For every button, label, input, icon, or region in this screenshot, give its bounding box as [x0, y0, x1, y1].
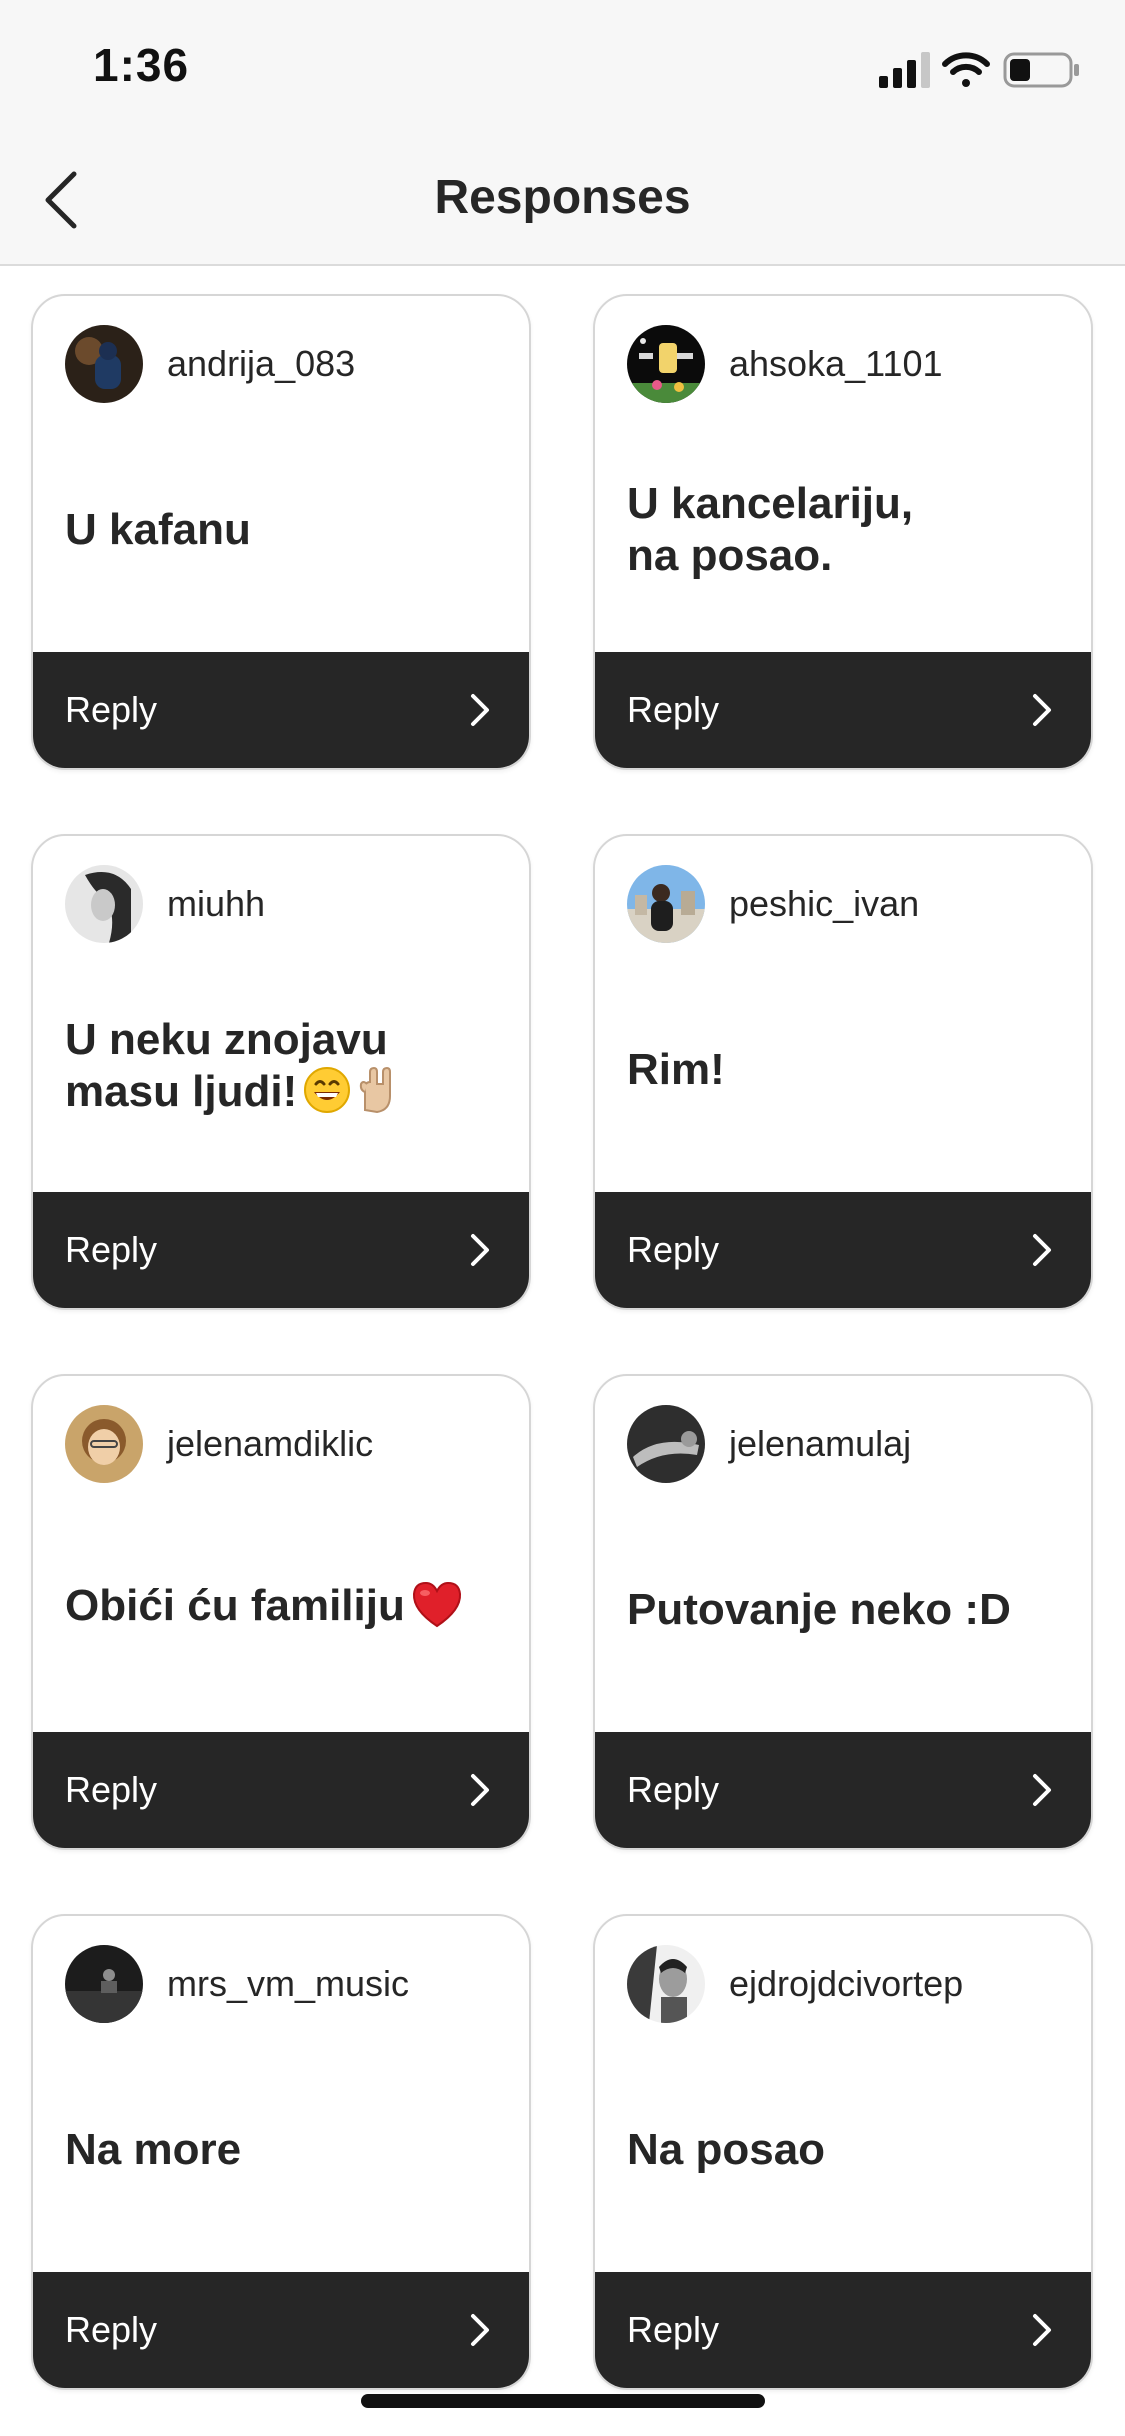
reply-button[interactable]: Reply: [595, 652, 1091, 768]
reply-label: Reply: [627, 2309, 720, 2350]
card-body: Obići ću familiju: [65, 1484, 505, 1736]
reply-button[interactable]: Reply: [33, 2272, 529, 2388]
username[interactable]: ejdrojdcivortep: [729, 1963, 963, 2005]
card-body: Rim!: [627, 944, 1067, 1196]
avatar[interactable]: [65, 1405, 143, 1483]
status-icons: [879, 48, 1083, 92]
avatar[interactable]: [65, 1945, 143, 2023]
reply-label: Reply: [627, 1229, 720, 1270]
response-card: ejdrojdcivortep Na posao Reply: [593, 1914, 1093, 2390]
chevron-right-icon: [1033, 694, 1051, 726]
response-text: Na posao: [627, 2125, 826, 2174]
chevron-right-icon: [471, 1234, 489, 1266]
card-header: mrs_vm_music: [65, 1944, 409, 2024]
response-text: U kancelariju, na posao.: [627, 479, 914, 580]
avatar[interactable]: [627, 1945, 705, 2023]
reply-button[interactable]: Reply: [33, 1192, 529, 1308]
chevron-right-icon: [471, 1774, 489, 1806]
card-header: miuhh: [65, 864, 265, 944]
avatar[interactable]: [65, 325, 143, 403]
chevron-right-icon: [471, 694, 489, 726]
nav-bar: Responses: [0, 140, 1125, 266]
card-header: peshic_ivan: [627, 864, 919, 944]
username[interactable]: jelenamulaj: [729, 1423, 911, 1465]
home-indicator[interactable]: [361, 2394, 765, 2408]
avatar[interactable]: [627, 865, 705, 943]
red-heart-emoji-icon: [411, 1580, 463, 1640]
reply-label: Reply: [65, 689, 158, 730]
response-text: Putovanje neko :D: [627, 1585, 1011, 1634]
status-time: 1:36: [93, 39, 190, 91]
grinning-face-emoji-icon: [303, 1066, 351, 1126]
responses-grid: andrija_083 U kafanu Reply ahsoka_1101 U…: [31, 294, 1094, 2390]
username[interactable]: ahsoka_1101: [729, 343, 943, 385]
reply-button[interactable]: Reply: [595, 2272, 1091, 2388]
card-body: Putovanje neko :D: [627, 1484, 1067, 1736]
rock-on-hand-emoji-icon: [357, 1066, 399, 1126]
response-card: mrs_vm_music Na more Reply: [31, 1914, 531, 2390]
status-bar: 1:36: [0, 0, 1125, 140]
reply-label: Reply: [65, 1769, 158, 1810]
chevron-right-icon: [471, 2314, 489, 2346]
response-text: Obići ću familiju: [65, 1580, 463, 1640]
response-text-content: Obići ću familiju: [65, 1581, 405, 1630]
reply-label: Reply: [65, 1229, 158, 1270]
card-header: ejdrojdcivortep: [627, 1944, 963, 2024]
card-header: jelenamulaj: [627, 1404, 911, 1484]
response-card: miuhh U neku znojavu masu ljudi! Reply: [31, 834, 531, 1310]
wifi-icon: [942, 52, 990, 87]
response-card: jelenamulaj Putovanje neko :D Reply: [593, 1374, 1093, 1850]
card-body: U kafanu: [65, 404, 505, 656]
reply-label: Reply: [627, 1769, 720, 1810]
reply-button[interactable]: Reply: [595, 1732, 1091, 1848]
battery-icon: [1003, 52, 1079, 88]
avatar[interactable]: [627, 325, 705, 403]
page-title: Responses: [434, 171, 691, 224]
card-header: andrija_083: [65, 324, 355, 404]
username[interactable]: jelenamdiklic: [167, 1423, 373, 1465]
avatar[interactable]: [65, 865, 143, 943]
response-text: U kafanu: [65, 505, 251, 554]
card-header: ahsoka_1101: [627, 324, 943, 404]
username[interactable]: miuhh: [167, 883, 265, 925]
chevron-right-icon: [1033, 2314, 1051, 2346]
response-text: U neku znojavu masu ljudi!: [65, 1014, 399, 1126]
response-card: ahsoka_1101 U kancelariju, na posao. Rep…: [593, 294, 1093, 770]
reply-label: Reply: [627, 689, 720, 730]
username[interactable]: peshic_ivan: [729, 883, 919, 925]
reply-button[interactable]: Reply: [33, 1732, 529, 1848]
chevron-right-icon: [1033, 1234, 1051, 1266]
response-card: jelenamdiklic Obići ću familiju Reply: [31, 1374, 531, 1850]
reply-button[interactable]: Reply: [33, 652, 529, 768]
chevron-right-icon: [1033, 1774, 1051, 1806]
card-header: jelenamdiklic: [65, 1404, 373, 1484]
response-card: peshic_ivan Rim! Reply: [593, 834, 1093, 1310]
reply-label: Reply: [65, 2309, 158, 2350]
card-body: U kancelariju, na posao.: [627, 404, 1067, 656]
username[interactable]: mrs_vm_music: [167, 1963, 409, 2005]
response-card: andrija_083 U kafanu Reply: [31, 294, 531, 770]
avatar[interactable]: [627, 1405, 705, 1483]
reply-button[interactable]: Reply: [595, 1192, 1091, 1308]
response-text: Rim!: [627, 1045, 725, 1094]
cellular-signal-icon: [879, 52, 930, 88]
response-text: Na more: [65, 2125, 242, 2174]
card-body: Na posao: [627, 2024, 1067, 2276]
card-body: Na more: [65, 2024, 505, 2276]
card-body: U neku znojavu masu ljudi!: [65, 944, 505, 1196]
username[interactable]: andrija_083: [167, 343, 355, 385]
